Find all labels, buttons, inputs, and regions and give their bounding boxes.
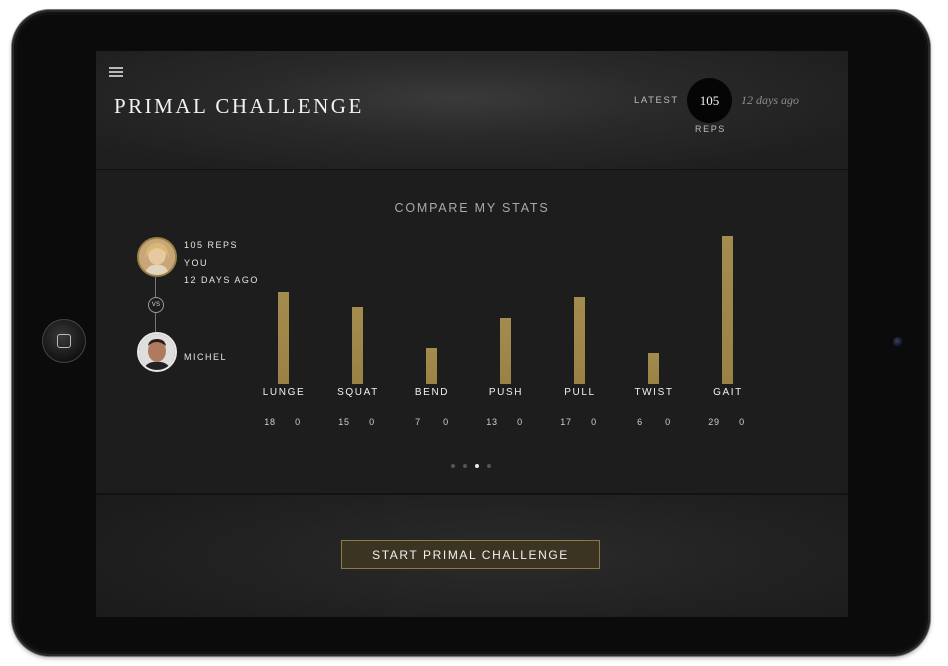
bar-bend: [426, 348, 437, 384]
bar-pull: [574, 297, 585, 384]
value-label-opponent: 0: [517, 417, 523, 427]
bar-lunge: [278, 292, 289, 384]
value-label-opponent: 0: [739, 417, 745, 427]
reps-label: REPS: [695, 124, 726, 134]
category-label: BEND: [414, 387, 450, 398]
category-label: PULL: [564, 387, 596, 398]
value-label-opponent: 0: [443, 417, 449, 427]
latest-label: LATEST: [634, 95, 679, 106]
value-label-opponent: 0: [295, 417, 301, 427]
latest-time: 12 days ago: [741, 93, 799, 107]
value-label-you: 7: [415, 417, 421, 427]
value-label-opponent: 0: [369, 417, 375, 427]
value-label-you: 13: [486, 417, 498, 427]
page-dot[interactable]: [475, 464, 479, 468]
start-challenge-button[interactable]: START PRIMAL CHALLENGE: [341, 540, 600, 569]
bar-push: [500, 317, 511, 384]
menu-icon[interactable]: [109, 67, 123, 77]
compare-stats-panel: COMPARE MY STATS 105 REPS YOU 12 DAYS AG…: [96, 171, 848, 495]
latest-score-badge: 105: [687, 78, 732, 123]
value-label-opponent: 0: [665, 417, 671, 427]
value-label-you: 17: [560, 417, 572, 427]
bar-twist: [648, 353, 659, 384]
bar-squat: [352, 307, 363, 384]
page-dot[interactable]: [487, 464, 491, 468]
bar-gait: [722, 236, 733, 384]
category-label: GAIT: [713, 387, 743, 398]
stats-chart: LUNGE 18 0 SQUAT 15 0 BEND 7 0 PUSH 13 0 PULL 17 0 TWIS…: [96, 171, 848, 493]
category-label: SQUAT: [337, 387, 379, 398]
value-label-you: 6: [637, 417, 643, 427]
category-label: PUSH: [488, 387, 524, 398]
value-label-you: 29: [708, 417, 720, 427]
camera-icon: [893, 337, 903, 347]
page-dot[interactable]: [463, 464, 467, 468]
category-label: LUNGE: [262, 387, 306, 398]
header: PRIMAL CHALLENGE LATEST 105 REPS 12 days…: [96, 51, 848, 170]
page-dot[interactable]: [451, 464, 455, 468]
page-title: PRIMAL CHALLENGE: [114, 94, 364, 118]
app-screen: PRIMAL CHALLENGE LATEST 105 REPS 12 days…: [96, 51, 848, 617]
value-label-you: 15: [338, 417, 350, 427]
footer: START PRIMAL CHALLENGE: [96, 495, 848, 617]
value-label-you: 18: [264, 417, 276, 427]
value-label-opponent: 0: [591, 417, 597, 427]
category-label: TWIST: [634, 387, 674, 398]
home-button[interactable]: [42, 319, 86, 363]
